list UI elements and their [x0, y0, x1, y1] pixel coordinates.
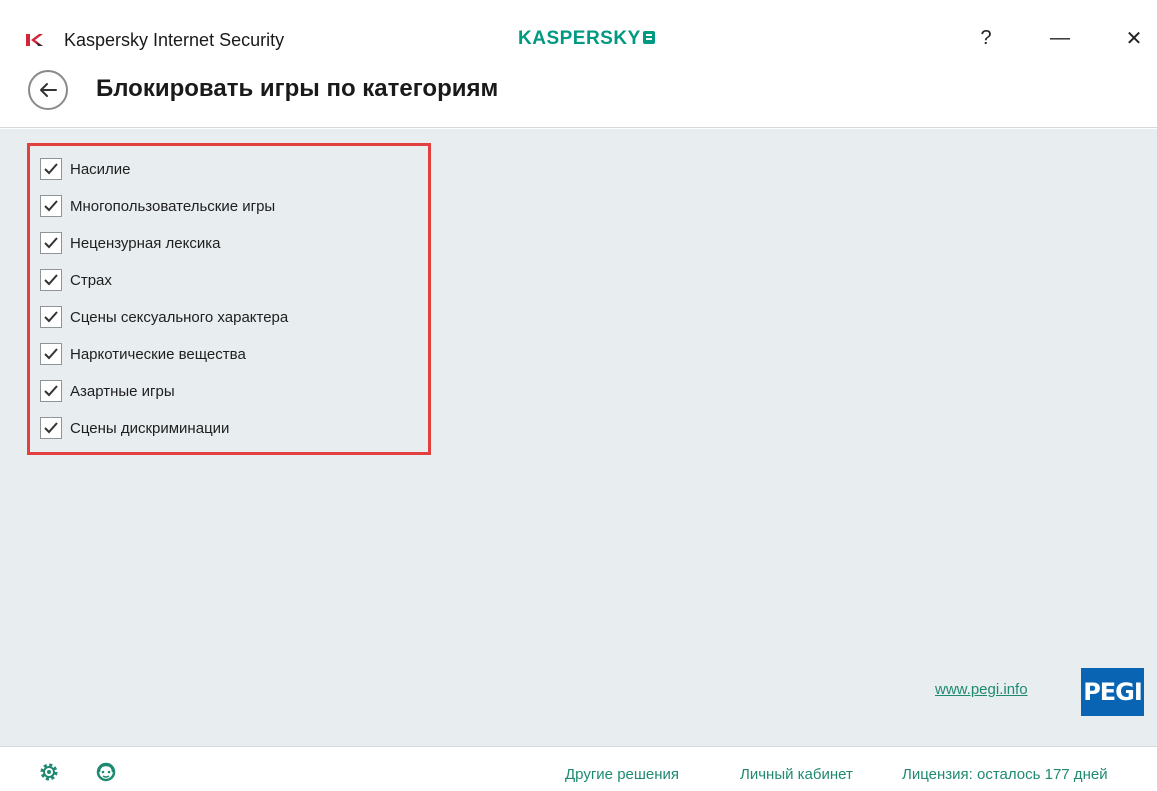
category-checkbox-sexual[interactable]: Сцены сексуального характера [40, 305, 288, 329]
kaspersky-logo: KASPERSKY [518, 28, 655, 50]
gear-icon[interactable] [38, 761, 60, 783]
checkbox[interactable] [40, 269, 62, 291]
category-label: Азартные игры [70, 382, 175, 400]
other-solutions-link[interactable]: Другие решения [565, 766, 679, 783]
checkbox[interactable] [40, 380, 62, 402]
kaspersky-k-icon [26, 34, 43, 46]
back-button[interactable] [28, 70, 68, 110]
minimize-icon: — [1050, 26, 1070, 49]
category-label: Нецензурная лексика [70, 234, 221, 252]
brand-badge-icon [642, 31, 655, 44]
categories-list: Насилие Многопользовательские игры Нецен… [27, 143, 431, 455]
checkmark-icon [44, 348, 58, 360]
category-checkbox-gambling[interactable]: Азартные игры [40, 379, 175, 403]
page-header: Блокировать игры по категориям [0, 66, 1157, 128]
pegi-logo-text: PEGI [1083, 678, 1143, 706]
page-title: Блокировать игры по категориям [96, 75, 499, 102]
category-label: Многопользовательские игры [70, 197, 276, 215]
checkbox[interactable] [40, 195, 62, 217]
category-checkbox-profanity[interactable]: Нецензурная лексика [40, 231, 220, 255]
checkbox[interactable] [40, 343, 62, 365]
category-label: Страх [70, 271, 112, 289]
personal-cabinet-link[interactable]: Личный кабинет [740, 766, 853, 783]
checkbox[interactable] [40, 232, 62, 254]
checkmark-icon [44, 163, 58, 175]
checkmark-icon [44, 422, 58, 434]
app-title: Kaspersky Internet Security [64, 30, 285, 50]
license-link[interactable]: Лицензия: осталось 177 дней [902, 766, 1108, 783]
checkmark-icon [44, 200, 58, 212]
checkmark-icon [44, 311, 58, 323]
checkmark-icon [44, 237, 58, 249]
category-label: Насилие [70, 160, 131, 178]
pegi-logo: PEGI [1081, 668, 1144, 716]
brand-wordmark: KASPERSKY [518, 28, 641, 49]
checkmark-icon [44, 274, 58, 286]
checkbox[interactable] [40, 306, 62, 328]
close-button[interactable]: ✕ [1114, 22, 1154, 54]
category-checkbox-fear[interactable]: Страх [40, 268, 112, 292]
help-button[interactable]: ? [966, 22, 1006, 54]
minimize-button[interactable]: — [1040, 22, 1080, 54]
checkbox[interactable] [40, 158, 62, 180]
help-icon: ? [980, 26, 992, 49]
pegi-link[interactable]: www.pegi.info [935, 681, 1028, 698]
category-label: Сцены сексуального характера [70, 308, 289, 326]
category-checkbox-discrimination[interactable]: Сцены дискриминации [40, 416, 229, 440]
category-label: Наркотические вещества [70, 345, 246, 363]
title-bar: Kaspersky Internet Security KASPERSKY ? … [0, 0, 1157, 66]
close-icon: ✕ [1125, 27, 1143, 50]
checkbox[interactable] [40, 417, 62, 439]
main-content: Насилие Многопользовательские игры Нецен… [0, 129, 1157, 746]
support-agent-icon[interactable] [95, 761, 117, 783]
footer: Другие решения Личный кабинет Лицензия: … [0, 746, 1157, 791]
category-checkbox-drugs[interactable]: Наркотические вещества [40, 342, 246, 366]
category-checkbox-multiplayer[interactable]: Многопользовательские игры [40, 194, 275, 218]
checkmark-icon [44, 385, 58, 397]
category-label: Сцены дискриминации [70, 419, 230, 437]
arrow-left-icon [40, 83, 57, 97]
category-checkbox-violence[interactable]: Насилие [40, 157, 131, 181]
